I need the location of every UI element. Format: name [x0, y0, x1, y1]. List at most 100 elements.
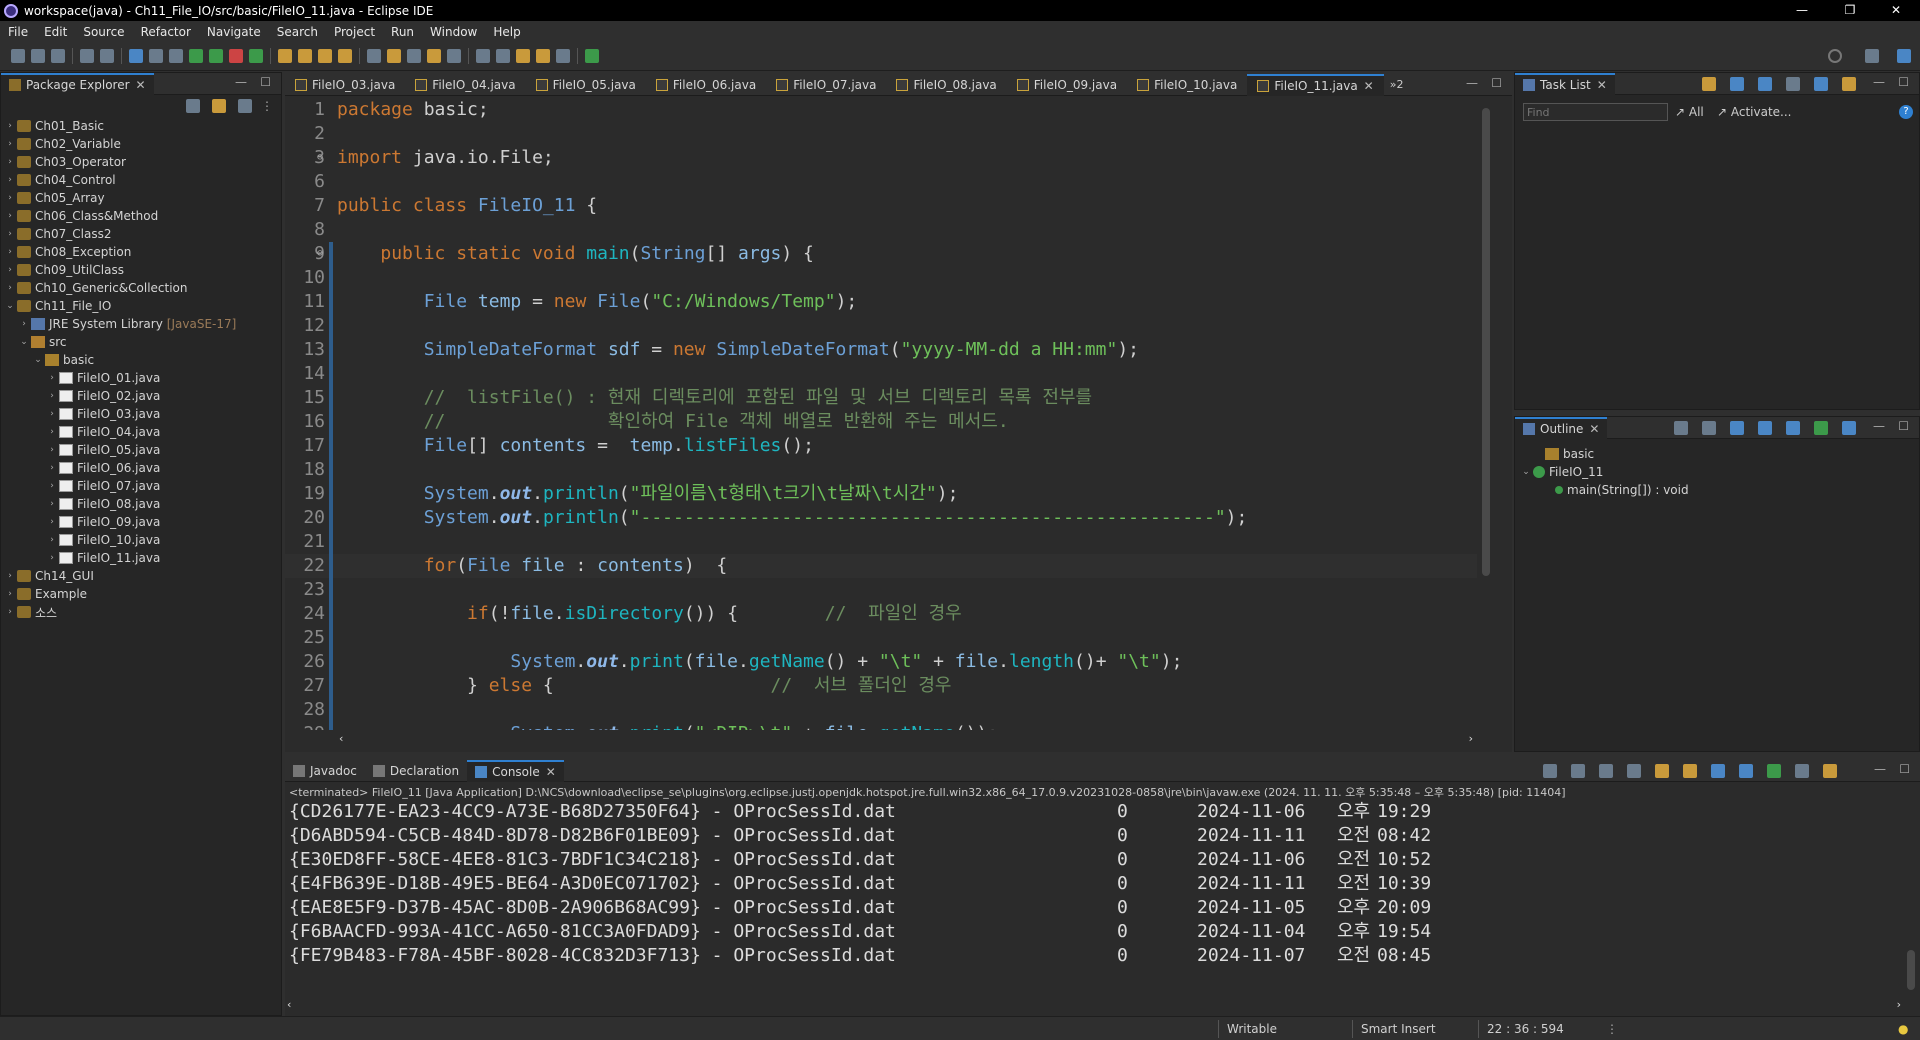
remove-all-icon[interactable] [1599, 764, 1613, 778]
code-editor[interactable]: 1 package basic; 2 3 ⊖ import java.io.File; 6 7… [285, 98, 1477, 730]
tab-declaration[interactable]: Declaration [365, 760, 467, 782]
tab-package-explorer[interactable]: Package Explorer ✕ [1, 72, 154, 95]
restore-button[interactable]: ❐ [1828, 0, 1872, 21]
tree-item[interactable]: › FileIO_09.java [5, 513, 281, 531]
tree-item[interactable]: › Ch04_Control [5, 171, 281, 189]
tree-item[interactable]: › Ch09_UtilClass [5, 261, 281, 279]
new-icon[interactable] [11, 49, 25, 63]
sync-icon[interactable] [1842, 77, 1856, 91]
link-editor-icon[interactable] [212, 99, 226, 113]
chevron-right-icon[interactable]: › [47, 373, 57, 383]
tab-outline[interactable]: Outline ✕ [1515, 416, 1608, 439]
outline-method[interactable]: main(String[]) : void [1521, 481, 1689, 499]
chevron-right-icon[interactable]: › [5, 283, 15, 293]
tree-item[interactable]: › Ch14_GUI [5, 567, 281, 585]
task-activate-link[interactable]: ↗ Activate... [1717, 105, 1792, 119]
clear-console-icon[interactable] [1627, 764, 1641, 778]
maximize-icon[interactable]: ☐ [260, 75, 271, 89]
tree-item[interactable]: › Ch07_Class2 [5, 225, 281, 243]
tree-item[interactable]: › Ch06_Class&Method [5, 207, 281, 225]
tree-item[interactable]: › Ch02_Variable [5, 135, 281, 153]
minimize-icon[interactable]: — [1466, 76, 1478, 90]
collapse-icon[interactable] [1702, 421, 1716, 435]
tree-item[interactable]: › FileIO_04.java [5, 423, 281, 441]
tree-item[interactable]: › Ch08_Exception [5, 243, 281, 261]
minimize-icon[interactable]: — [235, 75, 247, 89]
chevron-right-icon[interactable]: › [47, 535, 57, 545]
tree-item[interactable]: › FileIO_02.java [5, 387, 281, 405]
save-icon[interactable] [31, 49, 45, 63]
open-console-icon[interactable] [1823, 764, 1837, 778]
close-button[interactable]: ✕ [1874, 0, 1918, 21]
show-on-error-icon[interactable] [1739, 764, 1753, 778]
close-icon[interactable]: ✕ [1597, 78, 1607, 92]
tree-item[interactable]: › FileIO_06.java [5, 459, 281, 477]
editor-tab[interactable]: FileIO_04.java [405, 74, 525, 96]
maximize-icon[interactable]: ☐ [1898, 419, 1909, 433]
fold-icon[interactable]: ⊖ [317, 146, 323, 170]
open-folder-icon[interactable] [298, 49, 312, 63]
menu-refactor[interactable]: Refactor [133, 25, 199, 39]
menu-help[interactable]: Help [485, 25, 528, 39]
coverage-icon[interactable] [209, 49, 223, 63]
tree-item[interactable]: › Ch10_Generic&Collection [5, 279, 281, 297]
close-icon[interactable]: ✕ [136, 78, 146, 92]
tree-item[interactable]: ⌄ src [5, 333, 281, 351]
pin-editor-icon[interactable] [585, 49, 599, 63]
tree-item[interactable]: › Ch03_Operator [5, 153, 281, 171]
tree-item[interactable]: › FileIO_05.java [5, 441, 281, 459]
debug-icon[interactable] [169, 49, 183, 63]
menu-file[interactable]: File [0, 25, 36, 39]
last-edit-icon[interactable] [516, 49, 530, 63]
hide-fields-icon[interactable] [1758, 421, 1772, 435]
back-icon[interactable] [536, 49, 550, 63]
tree-item[interactable]: ⌄ Ch11_File_IO [5, 297, 281, 315]
outline-package[interactable]: basic [1521, 445, 1689, 463]
chevron-right-icon[interactable]: › [5, 193, 15, 203]
focus-active-icon[interactable] [1674, 421, 1688, 435]
help-icon[interactable]: ? [1899, 105, 1913, 119]
editor-horizontal-scrollbar[interactable]: ‹ › [337, 732, 1477, 748]
chevron-right-icon[interactable]: › [5, 607, 15, 617]
scroll-left-icon[interactable]: ‹ [287, 998, 291, 1011]
redo-icon[interactable] [100, 49, 114, 63]
chevron-right-icon[interactable]: › [47, 445, 57, 455]
menu-search[interactable]: Search [269, 25, 326, 39]
display-console-icon[interactable] [1795, 764, 1809, 778]
word-wrap-icon[interactable] [1683, 764, 1697, 778]
tree-item[interactable]: › Example [5, 585, 281, 603]
editor-tab[interactable]: FileIO_06.java [646, 74, 766, 96]
toggle-icon[interactable] [149, 49, 163, 63]
editor-tab[interactable]: FileIO_05.java [526, 74, 646, 96]
sort-icon[interactable] [1730, 421, 1744, 435]
editor-tab[interactable]: FileIO_10.java [1127, 74, 1247, 96]
chevron-right-icon[interactable]: › [5, 175, 15, 185]
more-tabs-indicator[interactable]: »2 [1390, 78, 1404, 91]
tree-item[interactable]: › JRE System Library [JavaSE-17] [5, 315, 281, 333]
run-icon[interactable] [189, 49, 203, 63]
focus-icon[interactable] [1814, 77, 1828, 91]
chevron-right-icon[interactable]: › [47, 463, 57, 473]
menu-project[interactable]: Project [326, 25, 383, 39]
scroll-lock-icon[interactable] [1655, 764, 1669, 778]
close-icon[interactable]: ✕ [1364, 79, 1374, 93]
open-perspective-icon[interactable] [1865, 49, 1879, 63]
console-horizontal-scrollbar[interactable]: ‹ › [285, 998, 1905, 1014]
chevron-right-icon[interactable]: › [47, 391, 57, 401]
scroll-right-icon[interactable]: › [1897, 998, 1901, 1011]
undo-icon[interactable] [80, 49, 94, 63]
chevron-right-icon[interactable]: › [5, 247, 15, 257]
tip-icon[interactable]: ● [1898, 1022, 1908, 1036]
forward-icon[interactable] [556, 49, 570, 63]
search-tool-icon[interactable] [338, 49, 352, 63]
scroll-thumb[interactable] [1907, 950, 1915, 990]
hide-static-icon[interactable] [1786, 421, 1800, 435]
external-tools-icon[interactable] [229, 49, 243, 63]
tree-item[interactable]: › Ch05_Array [5, 189, 281, 207]
chevron-right-icon[interactable]: › [47, 409, 57, 419]
collapse-all-icon[interactable] [186, 99, 200, 113]
close-icon[interactable]: ✕ [1589, 422, 1599, 436]
scheduled-icon[interactable] [1758, 77, 1772, 91]
tree-item[interactable]: ⌄ basic [5, 351, 281, 369]
refresh-icon[interactable] [249, 49, 263, 63]
